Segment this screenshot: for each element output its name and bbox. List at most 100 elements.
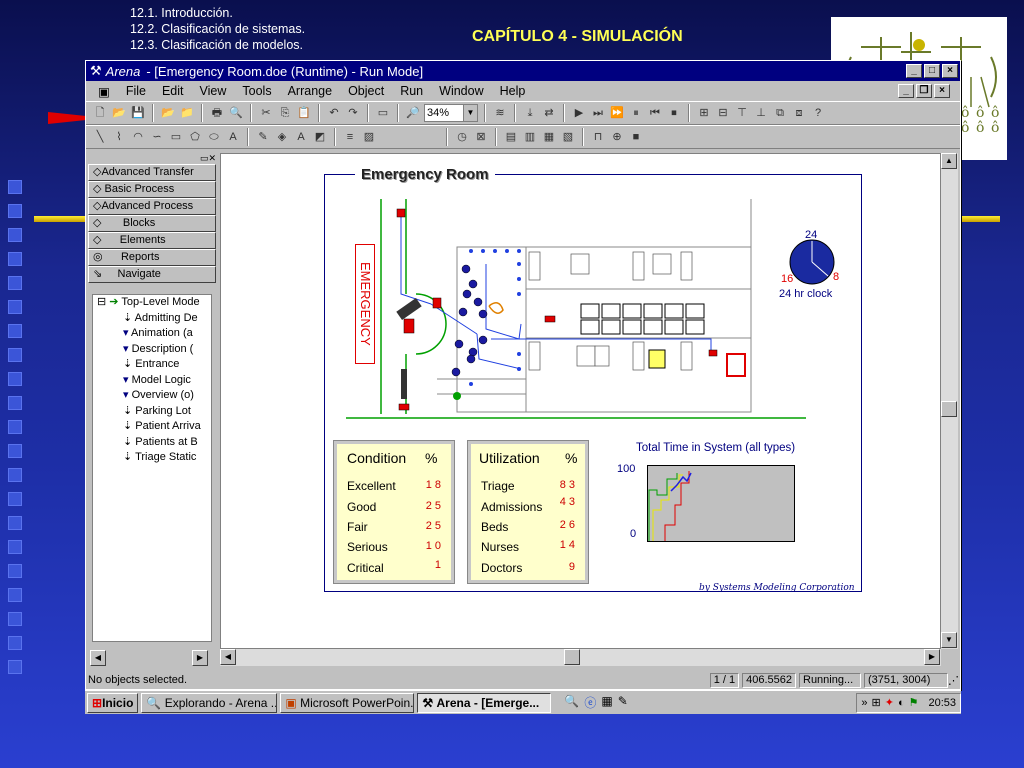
panel-elements[interactable]: ◇ Elements bbox=[88, 232, 216, 249]
panel-reports[interactable]: ◎ Reports bbox=[88, 249, 216, 266]
save-icon[interactable]: 💾 bbox=[130, 105, 146, 121]
template-detach-icon[interactable]: 📁 bbox=[179, 105, 195, 121]
template-attach-icon[interactable]: 📂 bbox=[160, 105, 176, 121]
task-powerpoint[interactable]: ▣ Microsoft PowerPoin... bbox=[280, 692, 415, 713]
plot-icon[interactable]: ▧ bbox=[560, 129, 576, 145]
tree-item[interactable]: ⇣ Admitting De bbox=[93, 311, 211, 327]
doc-restore-button[interactable]: ❐ bbox=[916, 84, 932, 98]
text-icon[interactable]: A bbox=[225, 129, 241, 145]
panel-navigate[interactable]: ⇘ Navigate bbox=[88, 266, 216, 283]
scroll-thumb[interactable] bbox=[941, 401, 957, 417]
doc-icon[interactable]: ▣ bbox=[98, 84, 110, 99]
tree-item[interactable]: ⇣ Patient Arriva bbox=[93, 419, 211, 435]
quicklaunch-channels-icon[interactable]: ✎ bbox=[618, 694, 628, 711]
tree-scroll-left[interactable]: ◀ bbox=[90, 650, 106, 666]
hscroll-thumb[interactable] bbox=[564, 649, 580, 665]
menu-arrange[interactable]: Arrange bbox=[288, 84, 332, 98]
new-icon[interactable]: 🗋 bbox=[92, 105, 108, 121]
tree-item[interactable]: ⇣ Parking Lot bbox=[93, 404, 211, 420]
close-button[interactable]: × bbox=[942, 64, 958, 78]
tree-item[interactable]: ▾ Description ( bbox=[93, 342, 211, 358]
quicklaunch-desktop-icon[interactable]: ▦ bbox=[601, 694, 612, 711]
model-canvas[interactable]: Emergency Room EMERGENCY 24 16 8 24 hr c… bbox=[220, 153, 941, 649]
level-icon[interactable]: ▥ bbox=[522, 129, 538, 145]
print-icon[interactable]: 🖶 bbox=[209, 105, 225, 121]
scroll-down-icon[interactable]: ▼ bbox=[941, 632, 957, 648]
find-icon[interactable]: ⧈ bbox=[791, 105, 807, 121]
start-button[interactable]: ⊞ Inicio bbox=[87, 692, 139, 713]
text-color-icon[interactable]: A bbox=[293, 129, 309, 145]
scroll-up-icon[interactable]: ▲ bbox=[941, 153, 957, 169]
resource-icon[interactable]: ⊕ bbox=[609, 129, 625, 145]
zoom-icon[interactable]: 🔎 bbox=[405, 105, 421, 121]
pattern-icon[interactable]: ▨ bbox=[361, 129, 377, 145]
maximize-button[interactable]: □ bbox=[924, 64, 940, 78]
menu-view[interactable]: View bbox=[200, 84, 227, 98]
polyline-icon[interactable]: ⌇ bbox=[111, 129, 127, 145]
tray-more-icon[interactable]: » bbox=[861, 697, 867, 709]
projbar-close-icon[interactable]: ▭✕ bbox=[88, 153, 216, 164]
tree-item[interactable]: ⇣ Patients at B bbox=[93, 435, 211, 451]
window-bg-icon[interactable]: ◩ bbox=[312, 129, 328, 145]
panel-advanced-process[interactable]: ◇Advanced Process bbox=[88, 198, 216, 215]
tree-item[interactable]: ▾ Model Logic bbox=[93, 373, 211, 389]
view-icon[interactable]: ▭ bbox=[375, 105, 391, 121]
vertical-scrollbar[interactable]: ▲ ▼ bbox=[941, 153, 958, 649]
tree-item[interactable]: ▾ Animation (a bbox=[93, 326, 211, 342]
tree-root[interactable]: ⊟ ➔ Top-Level Mode bbox=[93, 295, 211, 311]
trace-icon[interactable]: ⊤ bbox=[734, 105, 750, 121]
variable-icon[interactable]: ▤ bbox=[503, 129, 519, 145]
histogram-icon[interactable]: ▦ bbox=[541, 129, 557, 145]
box-icon[interactable]: ▭ bbox=[168, 129, 184, 145]
redo-icon[interactable]: ↷ bbox=[345, 105, 361, 121]
date-icon[interactable]: ⊠ bbox=[473, 129, 489, 145]
line-icon[interactable]: ╲ bbox=[92, 129, 108, 145]
tree-scroll-right[interactable]: ▶ bbox=[192, 650, 208, 666]
copy-icon[interactable]: ⎘ bbox=[277, 105, 293, 121]
zoom-select[interactable]: 34% ▼ bbox=[424, 104, 478, 122]
doc-close-button[interactable]: × bbox=[934, 84, 950, 98]
menu-window[interactable]: Window bbox=[439, 84, 483, 98]
tree-item[interactable]: ⇣ Triage Static bbox=[93, 450, 211, 466]
menu-object[interactable]: Object bbox=[348, 84, 384, 98]
check-icon[interactable]: ⇄ bbox=[541, 105, 557, 121]
menu-help[interactable]: Help bbox=[500, 84, 526, 98]
scroll-left-icon[interactable]: ◀ bbox=[220, 649, 236, 665]
panel-advanced-transfer[interactable]: ◇Advanced Transfer bbox=[88, 164, 216, 181]
tray-icon[interactable]: ⊞ bbox=[872, 696, 881, 709]
line-width-icon[interactable]: ≡ bbox=[342, 129, 358, 145]
panel-blocks[interactable]: ◇ Blocks bbox=[88, 215, 216, 232]
arc-icon[interactable]: ◠ bbox=[130, 129, 146, 145]
tree-item[interactable]: ⇣ Entrance bbox=[93, 357, 211, 373]
animate-icon[interactable]: ⊥ bbox=[753, 105, 769, 121]
go-icon[interactable]: ▶ bbox=[571, 105, 587, 121]
end-icon[interactable]: ⏹ bbox=[666, 105, 682, 121]
arena-app-icon[interactable]: ⚒ bbox=[90, 63, 102, 79]
resize-grip-icon[interactable]: ⋰ bbox=[948, 674, 960, 687]
doc-minimize-button[interactable]: _ bbox=[898, 84, 914, 98]
layers-icon[interactable]: ≋ bbox=[492, 105, 508, 121]
global-icon[interactable]: ■ bbox=[628, 129, 644, 145]
cut-icon[interactable]: ✂ bbox=[258, 105, 274, 121]
bezier-icon[interactable]: ∽ bbox=[149, 129, 165, 145]
tray-icon[interactable]: ✦ bbox=[885, 696, 894, 709]
task-explorer[interactable]: 🔍 Explorando - Arena ... bbox=[141, 692, 278, 713]
scroll-right-icon[interactable]: ▶ bbox=[924, 649, 940, 665]
window-titlebar[interactable]: ⚒ Arena - [Emergency Room.doe (Runtime) … bbox=[86, 61, 960, 81]
tray-icon[interactable]: ⚑ bbox=[909, 696, 919, 709]
step-icon[interactable]: ⤓ bbox=[522, 105, 538, 121]
fast-forward-icon[interactable]: ⏩ bbox=[609, 105, 625, 121]
highlight-icon[interactable]: ⧉ bbox=[772, 105, 788, 121]
tree-item[interactable]: ▾ Overview (o) bbox=[93, 388, 211, 404]
paste-icon[interactable]: 📋 bbox=[296, 105, 312, 121]
minimize-button[interactable]: _ bbox=[906, 64, 922, 78]
tray-icon[interactable]: ◐ bbox=[898, 697, 905, 709]
polygon-icon[interactable]: ⬠ bbox=[187, 129, 203, 145]
clock-icon[interactable]: ◷ bbox=[454, 129, 470, 145]
step-forward-icon[interactable]: ⏭ bbox=[590, 105, 606, 121]
menu-file[interactable]: File bbox=[126, 84, 146, 98]
watch-icon[interactable]: ⊟ bbox=[715, 105, 731, 121]
start-over-icon[interactable]: ⏮ bbox=[647, 105, 663, 121]
horizontal-scrollbar[interactable]: ◀ ▶ bbox=[220, 649, 941, 666]
task-arena[interactable]: ⚒ Arena - [Emerge... bbox=[417, 692, 552, 713]
